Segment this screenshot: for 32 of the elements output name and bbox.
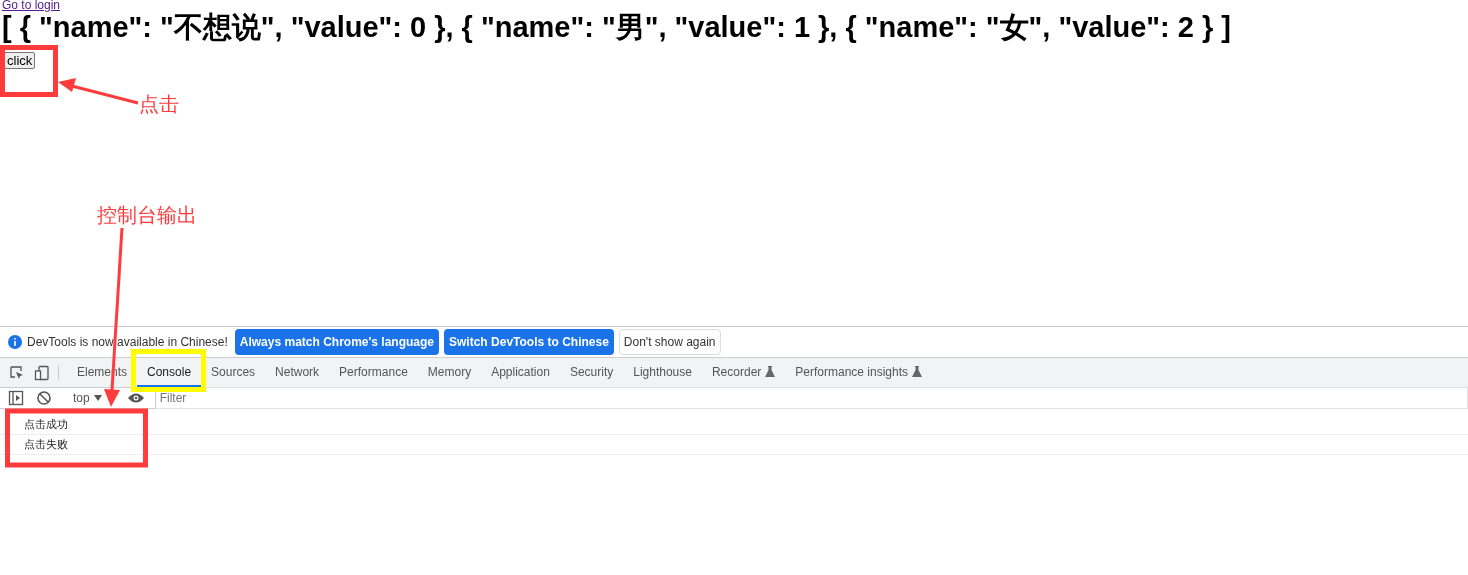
devtools-tab[interactable]: Lighthouse	[623, 358, 702, 387]
devtools-tab[interactable]: Sources	[201, 358, 266, 387]
device-toolbar-icon[interactable]	[34, 364, 50, 381]
devtools-tab[interactable]: Console	[137, 358, 202, 387]
console-message: 点击成功	[0, 415, 1468, 435]
login-link[interactable]: Go to login	[2, 0, 1468, 11]
devtools-tab[interactable]: Application	[481, 358, 560, 387]
console-message: 点击失败	[0, 435, 1468, 455]
devtools-tab[interactable]: Performance insights	[785, 358, 933, 387]
infobar-button[interactable]: Don't show again	[618, 329, 721, 355]
highlight-frame	[0, 45, 58, 97]
devtools-tab[interactable]: Recorder	[701, 358, 786, 387]
annotation-label: 控制台输出	[97, 202, 197, 229]
context-selector[interactable]: top	[69, 391, 106, 405]
annotation-label: 点击	[139, 91, 179, 118]
dropdown-icon	[93, 395, 102, 401]
devtools-tab[interactable]: Security	[559, 358, 624, 387]
sidebar-toggle-icon[interactable]	[8, 390, 24, 406]
json-heading: [ { "name": "不想说", "value": 0 }, { "name": "男", "value": 1 }, { "name": "女", "value": 2 } ]	[1, 11, 1232, 43]
inspect-icon[interactable]	[9, 364, 25, 381]
flask-icon	[912, 366, 923, 377]
devtools-tab[interactable]: Performance	[329, 358, 418, 387]
devtools-tab[interactable]: Memory	[417, 358, 482, 387]
info-icon	[8, 335, 22, 349]
filter-field[interactable]: Filter	[154, 387, 1468, 409]
flask-icon	[765, 366, 776, 377]
infobar-button[interactable]: Switch DevTools to Chinese	[444, 329, 614, 355]
clear-console-icon[interactable]	[36, 390, 52, 406]
devtools-tab[interactable]: Network	[265, 358, 330, 387]
infobar-button[interactable]: Always match Chrome's language	[234, 329, 440, 355]
infobar-message: DevTools is now available in Chinese!	[27, 335, 228, 349]
click-button[interactable]: click	[4, 52, 36, 69]
